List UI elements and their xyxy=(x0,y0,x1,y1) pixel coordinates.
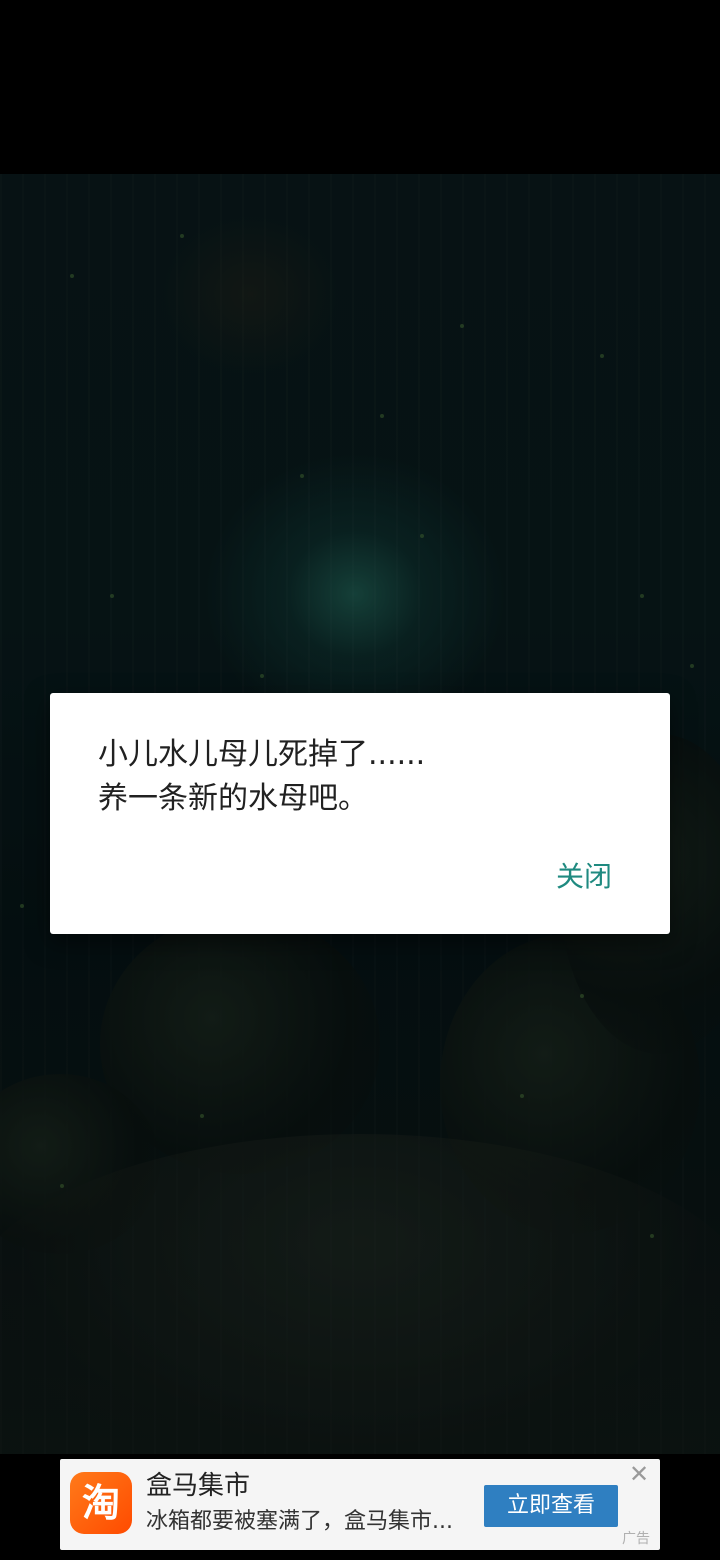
ad-banner[interactable]: 淘 盒马集市 冰箱都要被塞满了，盒马集市... 立即查看 ✕ 广告 xyxy=(60,1459,660,1550)
close-button[interactable]: 关闭 xyxy=(550,851,618,899)
ad-title: 盒马集市 xyxy=(146,1471,251,1501)
ad-close-icon[interactable]: ✕ xyxy=(626,1461,652,1487)
alert-dialog: 小儿水儿母儿死掉了...... 养一条新的水母吧。 关闭 xyxy=(50,693,670,934)
app-screen: 小儿水儿母儿死掉了...... 养一条新的水母吧。 关闭 淘 盒马集市 冰箱都要… xyxy=(0,0,720,1560)
ad-view-now-button[interactable]: 立即查看 xyxy=(484,1485,618,1527)
taobao-logo-icon: 淘 xyxy=(70,1472,132,1534)
ad-bar: 淘 盒马集市 冰箱都要被塞满了，盒马集市... 立即查看 ✕ 广告 xyxy=(0,1454,720,1560)
ad-label: 广告 xyxy=(622,1531,650,1547)
dialog-message: 小儿水儿母儿死掉了...... 养一条新的水母吧。 xyxy=(98,737,426,816)
ad-description: 冰箱都要被塞满了，盒马集市... xyxy=(146,1509,453,1534)
